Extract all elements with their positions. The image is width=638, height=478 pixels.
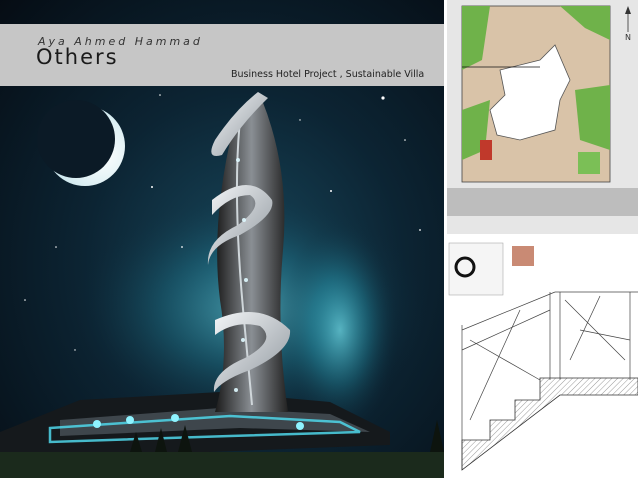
material-swatch bbox=[512, 246, 534, 266]
street bbox=[447, 188, 638, 216]
ground-lawn bbox=[0, 452, 444, 478]
parked-car bbox=[480, 140, 492, 160]
detail-drawing bbox=[447, 236, 638, 478]
site-plan bbox=[447, 0, 638, 235]
sheet-heading: Others bbox=[36, 45, 119, 69]
panel-divider bbox=[444, 0, 447, 478]
panel-divider-horizontal bbox=[447, 234, 638, 237]
project-subtitle: Business Hotel Project , Sustainable Vil… bbox=[231, 69, 425, 80]
